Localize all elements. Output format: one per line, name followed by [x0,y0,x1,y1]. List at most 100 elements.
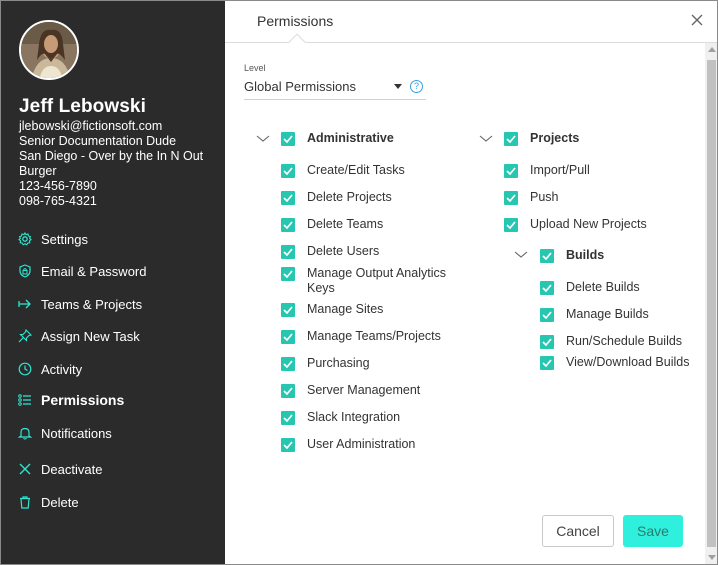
permission-item[interactable]: Purchasing [281,356,467,371]
permission-item[interactable]: Import/Pull [504,163,690,178]
permission-item[interactable]: Manage Builds [540,307,696,322]
checkbox-checked[interactable] [281,384,295,398]
nav-label-delete: Delete [41,494,79,510]
level-value: Global Permissions [244,79,356,94]
user-name: Jeff Lebowski [19,96,146,117]
scrollbar[interactable] [705,43,717,564]
checkbox-checked[interactable] [504,218,518,232]
nav-label-activity: Activity [41,361,83,377]
scroll-thumb[interactable] [707,60,716,547]
group-projects[interactable]: Projects [504,131,580,146]
nav-item-notifications[interactable]: Notifications [17,422,112,444]
permission-label: View/Download Builds [566,355,690,369]
cancel-button[interactable]: Cancel [542,515,614,547]
permission-item[interactable]: Create/Edit Tasks [281,163,467,178]
save-button[interactable]: Save [623,515,683,547]
checkbox-checked[interactable] [281,357,295,371]
gear-icon [17,231,33,247]
level-dropdown[interactable]: Global Permissions [244,75,426,100]
caret-down-icon [394,84,402,89]
user-email: jlebowski@fictionsoft.com [19,119,163,133]
nav-label-email-password: Email & Password [41,263,147,279]
permission-item[interactable]: Slack Integration [281,410,467,425]
permission-label: Create/Edit Tasks [307,163,405,177]
group-administrative[interactable]: Administrative [281,131,394,146]
arrow-right-icon [17,296,33,312]
clock-icon [17,361,33,377]
permission-item[interactable]: View/Download Builds [540,355,696,370]
checkbox-checked[interactable] [281,411,295,425]
permission-label: Manage Builds [566,307,649,321]
permission-item[interactable]: Delete Users [281,244,467,259]
checkbox-checked[interactable] [281,330,295,344]
nav-item-teams-projects[interactable]: Teams & Projects [17,293,142,315]
permission-item[interactable]: Manage Sites [281,302,467,317]
chevron-down-icon[interactable] [514,250,528,260]
x-icon [17,461,33,477]
checkbox-checked[interactable] [281,245,295,259]
permission-label: Server Management [307,383,421,397]
help-icon[interactable]: ? [410,80,423,93]
sidebar: Jeff Lebowski jlebowski@fictionsoft.com … [1,1,225,564]
permission-label: Upload New Projects [530,217,647,231]
close-icon[interactable] [689,12,705,28]
permission-label: Run/Schedule Builds [566,334,683,348]
scroll-up-arrow-icon[interactable] [708,47,716,52]
pin-icon [17,328,33,344]
checkbox-checked[interactable] [504,164,518,178]
checkbox-checked[interactable] [540,249,554,263]
permission-item[interactable]: Push [504,190,690,205]
nav-item-email-password[interactable]: Email & Password [17,260,146,282]
group-builds[interactable]: Builds [540,248,604,263]
chevron-down-icon[interactable] [256,134,270,144]
nav-item-activity[interactable]: Activity [17,358,82,380]
nav-item-settings[interactable]: Settings [17,228,88,250]
checkbox-checked[interactable] [504,191,518,205]
permission-item[interactable]: Delete Teams [281,217,467,232]
permission-item[interactable]: Server Management [281,383,467,398]
permission-label: Import/Pull [530,163,590,177]
permission-item[interactable]: User Administration [281,437,467,452]
checkbox-checked[interactable] [281,303,295,317]
checkbox-checked[interactable] [540,335,554,349]
checkbox-checked[interactable] [540,356,554,370]
permission-item[interactable]: Delete Projects [281,190,467,205]
checkbox-checked[interactable] [281,191,295,205]
group-label: Projects [530,131,580,145]
user-info: jlebowski@fictionsoft.com Senior Documen… [19,119,219,209]
nav-label-permissions: Permissions [41,392,125,408]
permission-item[interactable]: Upload New Projects [504,217,690,232]
nav-label-notifications: Notifications [41,425,112,441]
nav-label-teams-projects: Teams & Projects [41,296,143,312]
checkbox-checked[interactable] [540,308,554,322]
checkbox-checked[interactable] [281,164,295,178]
nav-item-permissions[interactable]: Permissions [17,389,124,411]
permission-item[interactable]: Run/Schedule Builds [540,334,696,349]
checkbox-checked[interactable] [281,218,295,232]
level-label: Level [244,63,266,73]
window-frame: Jeff Lebowski jlebowski@fictionsoft.com … [0,0,718,565]
nav-item-assign-task[interactable]: Assign New Task [17,325,140,347]
permission-label: Slack Integration [307,410,401,424]
nav-label-settings: Settings [41,231,88,247]
user-location: San Diego - Over by the In N Out Burger [19,149,204,178]
chevron-down-icon[interactable] [479,134,493,144]
scroll-down-arrow-icon[interactable] [708,555,716,560]
nav-item-delete[interactable]: Delete [17,491,79,513]
permission-label: Manage Output Analytics Keys [307,266,446,295]
checkbox-checked[interactable] [281,438,295,452]
list-icon [17,392,33,408]
dialog-title: Permissions [257,13,334,29]
lock-shield-icon [17,263,33,279]
checkbox-checked[interactable] [281,267,295,281]
permission-item[interactable]: Delete Builds [540,280,696,295]
permission-item[interactable]: Manage Teams/Projects [281,329,467,344]
permission-item[interactable]: Manage Output Analytics Keys [281,266,467,296]
nav-item-deactivate[interactable]: Deactivate [17,458,102,480]
checkbox-checked[interactable] [281,132,295,146]
group-label: Administrative [307,131,394,145]
checkbox-checked[interactable] [540,281,554,295]
permission-label: Delete Users [307,244,380,258]
checkbox-checked[interactable] [504,132,518,146]
trash-icon [17,494,33,510]
